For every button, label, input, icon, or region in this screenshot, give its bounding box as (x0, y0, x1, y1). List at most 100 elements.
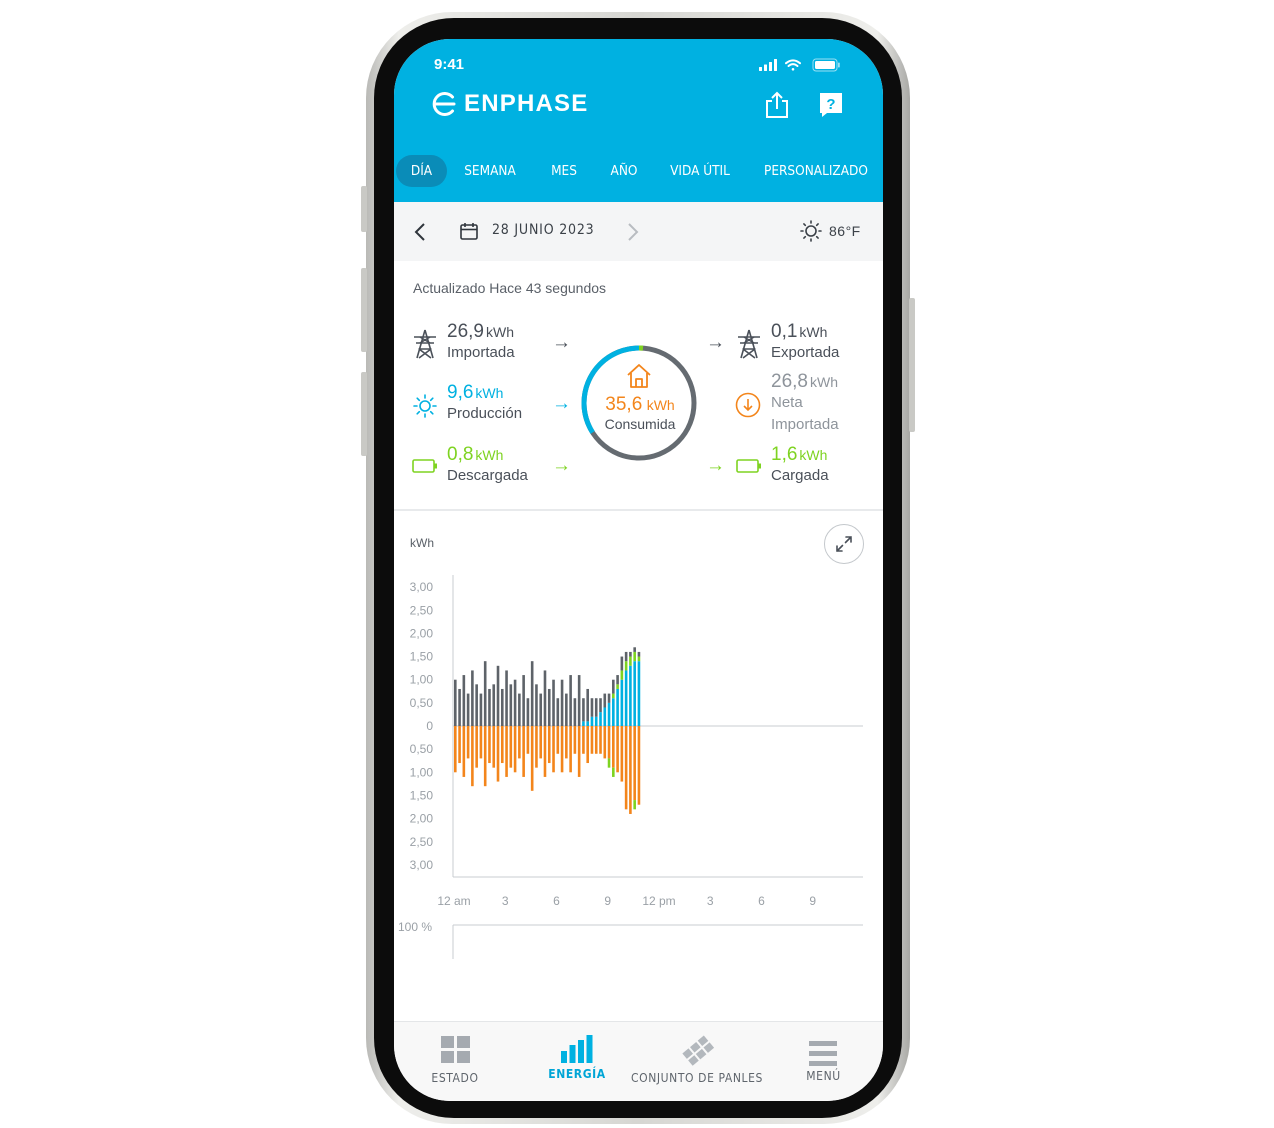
bar-consumida (518, 726, 521, 759)
bar-consumida (539, 726, 543, 759)
discharged-arrow-icon: → (552, 455, 571, 476)
nav-menu[interactable]: MENÚ (764, 1022, 883, 1101)
bar-consumida (458, 726, 461, 764)
energy-chart[interactable]: 3,00 2,50 2,00 1,50 1,00 0,50 0 0,50 1,00 1,50 2,0… (394, 559, 883, 959)
bar-importada (547, 688, 551, 726)
nav-menu-label: MENÚ (806, 1069, 841, 1083)
bar-importada (483, 661, 487, 726)
share-button[interactable] (764, 91, 790, 124)
bar-consumida (543, 726, 547, 777)
tab-ano[interactable]: AÑO (605, 155, 643, 187)
x-tick-label: 12 am (437, 894, 470, 908)
exported-arrow-icon: → (706, 332, 725, 353)
nav-estado[interactable]: ESTADO (394, 1022, 516, 1101)
bar-producción (582, 721, 585, 726)
tab-mes[interactable]: MES (544, 155, 584, 187)
battery-discharge-icon (412, 459, 437, 473)
status-time: 9:41 (434, 56, 465, 73)
production-arrow-icon: → (552, 393, 571, 414)
bar-producción (612, 698, 615, 726)
tab-dia[interactable]: DÍA (396, 155, 447, 187)
bar-consumida (500, 726, 504, 764)
bar-consumida (629, 726, 632, 814)
bar-importada (522, 675, 525, 726)
help-button[interactable]: ? (818, 91, 844, 124)
bar-importada (471, 670, 474, 726)
discharged-value: 0,8 kWh (447, 444, 504, 465)
bottom-nav: ESTADO ENERGÍA CONJUNTO DE PANLES MENÚ (394, 1021, 883, 1101)
bar-consumida (552, 726, 555, 773)
net-imported-value: 26,8 kWh (771, 371, 838, 392)
section-divider (394, 509, 883, 511)
bar-descargada (620, 670, 624, 680)
nav-conjunto[interactable]: CONJUNTO DE PANLES (630, 1022, 764, 1101)
expand-icon (836, 536, 852, 552)
chevron-left-icon[interactable] (413, 222, 427, 242)
bar-consumida (599, 726, 602, 754)
bar-producción (586, 721, 589, 726)
bar-importada (454, 679, 457, 726)
charged-arrow-icon: → (706, 455, 725, 476)
volume-up-button (361, 268, 367, 352)
bar-importada (556, 698, 560, 726)
bar-importada (552, 679, 555, 726)
bar-importada (586, 688, 589, 722)
x-tick-label: 6 (553, 894, 560, 908)
bar-consumida (522, 726, 525, 777)
tab-semana[interactable]: SEMANA (460, 155, 520, 187)
bar-importada (620, 656, 624, 671)
app-screen: 9:41 ENPHASE ? DÍA SEMANA MES AÑO VIDA Ú… (394, 39, 883, 1101)
calendar-icon[interactable] (460, 222, 478, 240)
y-tick-label: 0,50 (410, 696, 434, 710)
y-tick-label: 1,50 (410, 788, 434, 802)
x-tick-label: 9 (809, 894, 816, 908)
net-import-icon (735, 392, 761, 418)
bar-importada (513, 679, 517, 726)
power-button (909, 298, 915, 432)
bar-consumida (569, 726, 572, 773)
expand-chart-button[interactable] (824, 524, 864, 564)
y-tick-label: 2,50 (410, 603, 434, 617)
bar-producción (616, 688, 619, 726)
consumed-value: 35,6 kWh (605, 394, 675, 415)
tab-personalizado[interactable]: PERSONALIZADO (759, 155, 873, 187)
imported-arrow-icon: → (552, 332, 571, 353)
bar-consumida (607, 726, 611, 759)
bar-descargada (624, 661, 628, 671)
x-tick-label: 12 pm (642, 894, 675, 908)
bar-importada (603, 693, 607, 708)
bar-consumida (483, 726, 487, 787)
net-imported-label-line1: Neta (771, 394, 803, 411)
chevron-right-icon[interactable] (626, 222, 640, 242)
bar-descargada (633, 651, 636, 662)
nav-energia-label: ENERGÍA (548, 1067, 606, 1081)
bar-importada (637, 651, 641, 657)
bar-consumida (594, 726, 598, 754)
y-tick-label: 1,50 (410, 650, 434, 664)
bar-consumida (620, 726, 624, 782)
x-tick-label: 9 (604, 894, 611, 908)
share-icon (766, 91, 788, 118)
tab-vida-util[interactable]: VIDA ÚTIL (664, 155, 736, 187)
bar-consumida (624, 726, 628, 810)
battery-icon (812, 58, 840, 72)
bar-importada (539, 693, 543, 726)
bar-consumida (616, 726, 619, 773)
bar-consumida (582, 726, 585, 754)
bar-importada (629, 651, 632, 657)
nav-energia[interactable]: ENERGÍA (516, 1022, 638, 1101)
bar-consumida (466, 726, 470, 759)
imported-label: Importada (447, 344, 515, 361)
bar-descargada (616, 684, 619, 689)
bar-importada (569, 675, 572, 726)
bar-importada (530, 661, 534, 726)
bar-producción (599, 712, 602, 726)
house-icon (627, 364, 651, 388)
date-label[interactable]: 28 JUNIO 2023 (492, 222, 594, 238)
bar-importada (582, 698, 585, 722)
bar-consumida (513, 726, 517, 773)
charged-label: Cargada (771, 467, 829, 484)
bar-consumida (633, 726, 636, 801)
updated-timestamp: Actualizado Hace 43 segundos (413, 280, 607, 296)
y-tick-label: 2,00 (410, 626, 434, 640)
